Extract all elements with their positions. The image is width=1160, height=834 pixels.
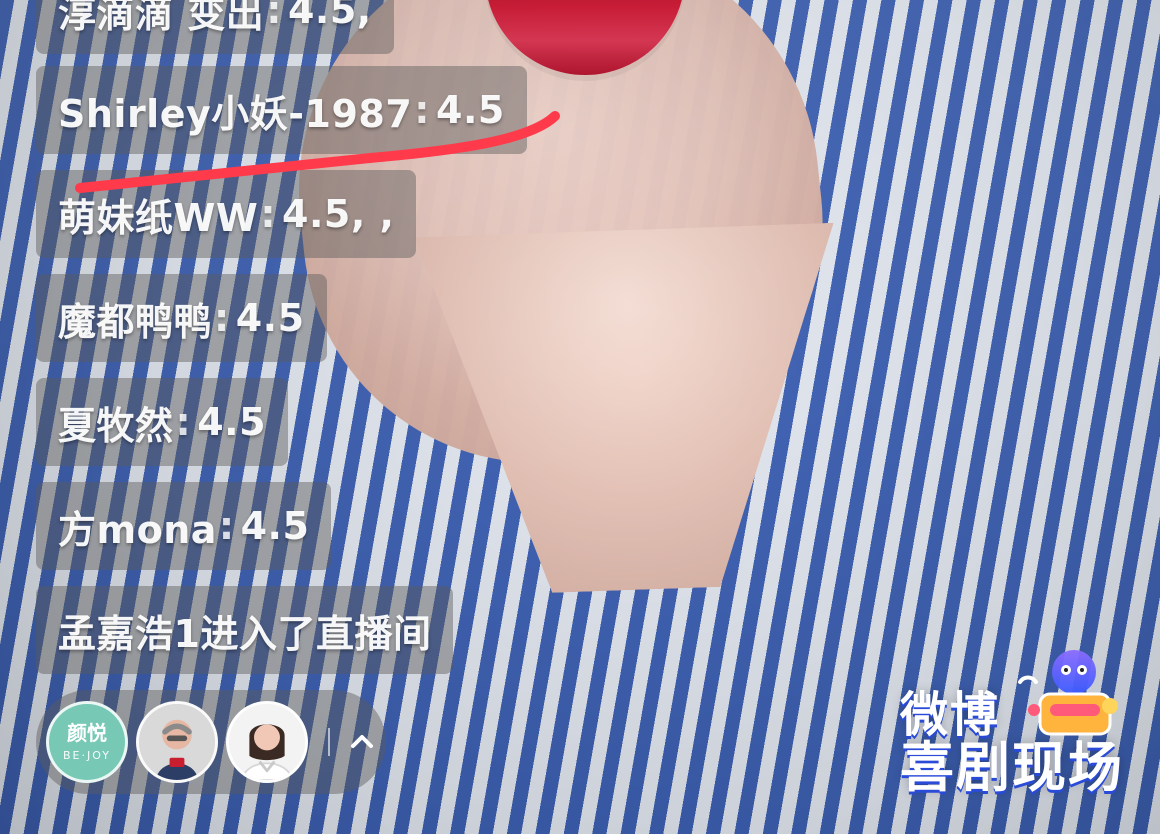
comment-item: 夏牧然 : 4.5 xyxy=(36,378,289,466)
comment-user: 魔都鸭鸭 xyxy=(58,299,213,344)
comment-separator: : xyxy=(414,88,430,132)
bar-divider xyxy=(328,728,330,756)
comment-item: 萌妹纸WW : 4.5, , xyxy=(36,170,417,258)
comment-user: 萌妹纸WW xyxy=(58,195,259,240)
comment-separator: : xyxy=(214,296,230,340)
viewer-avatar[interactable] xyxy=(136,701,218,783)
viewer-avatar[interactable] xyxy=(226,701,308,783)
brand-avatar[interactable]: 颜悦 BE·JOY xyxy=(46,701,128,783)
comment-item: Shirley小妖-1987 : 4.5 xyxy=(36,66,527,154)
brand-avatar-subtitle: BE·JOY xyxy=(62,748,111,762)
comment-user: 夏牧然 xyxy=(58,403,174,448)
comment-separator: : xyxy=(218,504,235,548)
viewer-avatars-bar: 颜悦 BE·JOY xyxy=(36,690,386,794)
comment-user: 淳滴滴 变出 xyxy=(58,0,265,36)
comment-text: 4.5 xyxy=(436,88,505,132)
comment-text: 4.5 xyxy=(235,296,305,340)
comment-item: 魔都鸭鸭 : 4.5 xyxy=(36,274,327,362)
comment-separator: : xyxy=(266,0,282,32)
comment-separator: : xyxy=(175,400,192,444)
comment-user: Shirley小妖-1987 xyxy=(58,91,413,136)
comment-text: 4.5 xyxy=(197,400,267,444)
brand-avatar-title: 颜悦 xyxy=(67,720,107,745)
watermark-line1: 微博 xyxy=(900,687,1001,743)
watermark-line2: 喜剧现场 xyxy=(900,736,1124,800)
chevron-up-icon[interactable] xyxy=(346,726,378,758)
comment-user: 方mona xyxy=(58,507,217,552)
chevron-up-glyph xyxy=(351,735,373,748)
system-message: 孟嘉浩1进入了直播间 xyxy=(36,586,454,674)
comment-text: 4.5, , xyxy=(282,192,395,236)
comment-item: 淳滴滴 变出 : 4.5, xyxy=(36,0,394,54)
comment-text: 4.5, xyxy=(287,0,372,32)
weibo-comedy-watermark: 微博 喜剧现场 xyxy=(900,690,1150,810)
comment-text: 4.5 xyxy=(240,504,310,548)
system-message-text: 孟嘉浩1进入了直播间 xyxy=(58,611,432,656)
woman-avatar-icon xyxy=(229,704,305,780)
comment-separator: : xyxy=(260,192,277,236)
comment-item: 方mona : 4.5 xyxy=(36,482,332,570)
man-avatar-icon xyxy=(139,704,215,780)
